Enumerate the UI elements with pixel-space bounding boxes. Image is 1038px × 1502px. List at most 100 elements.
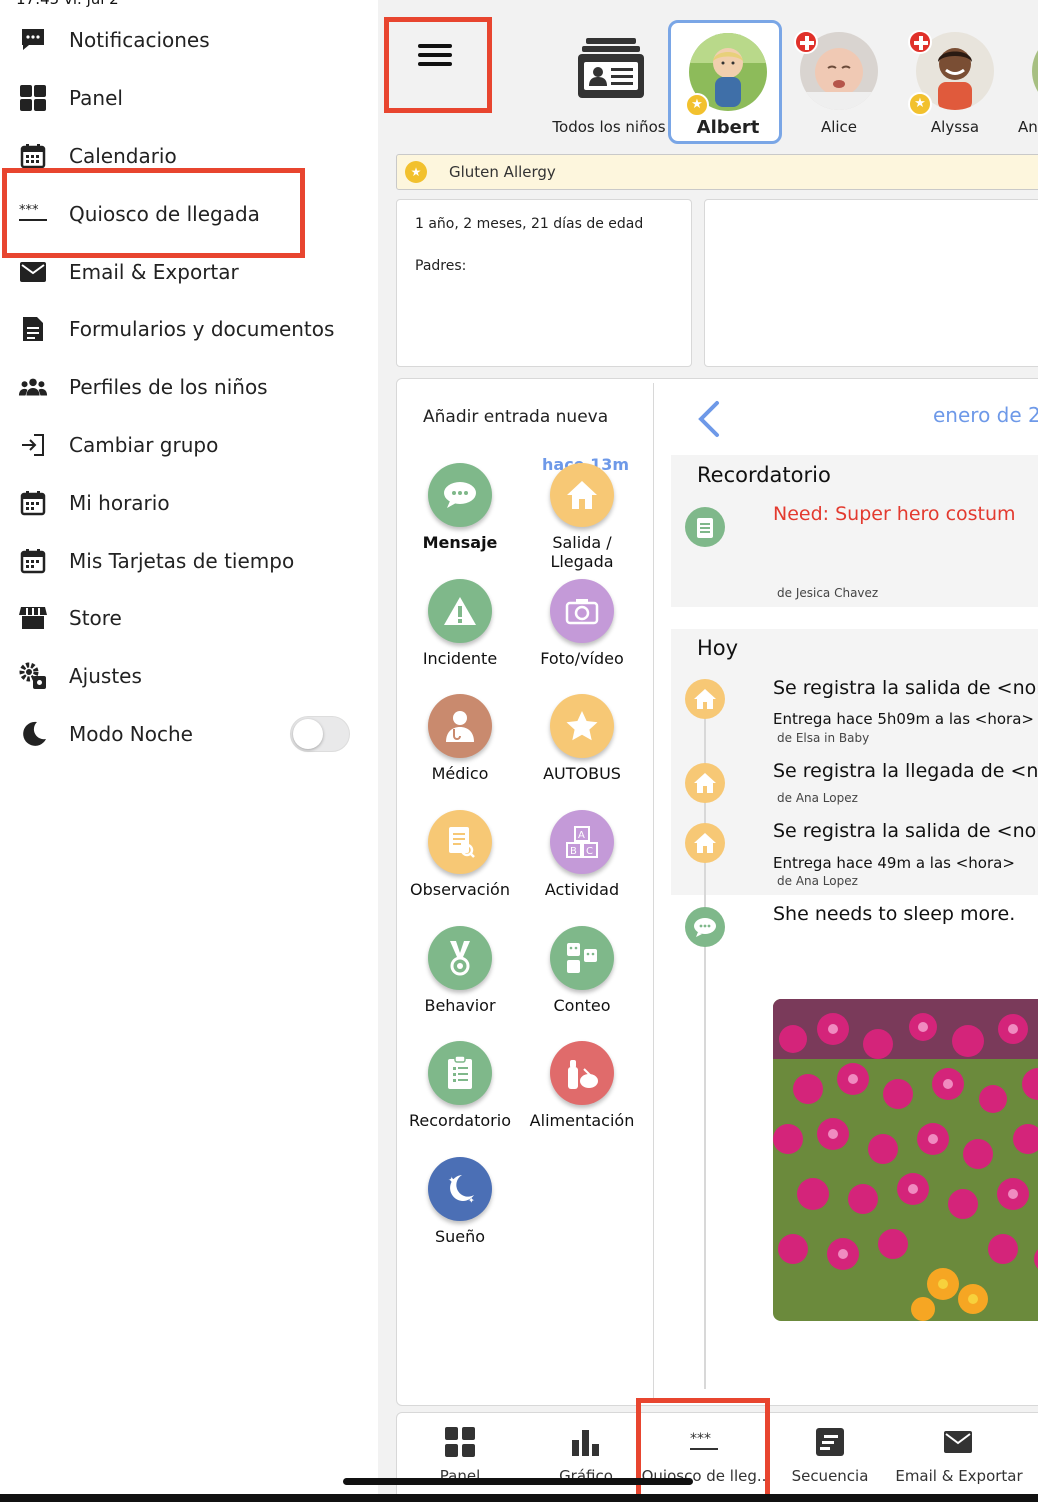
child-all[interactable]: Todos los niños [552, 22, 666, 146]
timeline-entry-author: de Elsa in Baby [777, 731, 870, 745]
toggle-knob [293, 719, 323, 749]
sidebar-item-label: Formularios y documentos [69, 317, 335, 341]
calendar-icon [18, 546, 48, 576]
medal-icon [428, 926, 492, 990]
child-avatar [1032, 32, 1038, 110]
bar-chart-icon [569, 1425, 603, 1459]
home-indicator [343, 1478, 693, 1485]
entry-incidente-button[interactable]: Incidente [400, 579, 520, 691]
timeline-entry-title[interactable]: Se registra la salida de <nom [773, 820, 1038, 842]
document-icon [18, 314, 48, 344]
sidebar-item-label: Quiosco de llegada [69, 202, 260, 226]
child-notes-card [704, 199, 1038, 367]
entry-conteo-button[interactable]: Conteo [522, 926, 642, 1038]
entry-medico-button[interactable]: Médico [400, 694, 520, 806]
svg-text:B: B [570, 846, 577, 857]
sidebar-item-label: Panel [69, 86, 123, 110]
reminder-text[interactable]: Need: Super hero costum [773, 503, 1016, 525]
store-icon [18, 603, 48, 633]
tab-panel[interactable]: Panel [397, 1413, 523, 1502]
warning-icon [428, 579, 492, 643]
entry-mensaje-button[interactable]: Mensaje [400, 463, 520, 575]
timeline-photo[interactable] [773, 999, 1038, 1321]
menu-line [418, 44, 452, 48]
sidebar-item-ajustes[interactable]: Ajustes [0, 647, 378, 705]
svg-text:***: *** [19, 204, 39, 218]
switch-group-icon [18, 430, 48, 460]
status-bar-time: 17:45 vi. jul 2 [16, 0, 119, 8]
entry-label: Alimentación [529, 1111, 635, 1130]
sequence-icon [813, 1425, 847, 1459]
message-icon [428, 463, 492, 527]
envelope-icon [941, 1425, 975, 1459]
child-partial[interactable]: An [1014, 22, 1038, 146]
sidebar-item-label: Mis Tarjetas de tiempo [69, 549, 295, 573]
settings-icon [18, 661, 48, 691]
parents-label: Padres: [415, 258, 467, 274]
sidebar-item-tarjetas-de-tiempo[interactable]: Mis Tarjetas de tiempo [0, 532, 378, 590]
svg-text:A: A [578, 830, 585, 841]
sidebar-item-email-exportar[interactable]: Email & Exportar [0, 243, 378, 301]
grid-icon [18, 83, 48, 113]
house-icon [685, 763, 725, 803]
sidebar-item-cambiar-grupo[interactable]: Cambiar grupo [0, 416, 378, 474]
sidebar-item-panel[interactable]: Panel [0, 69, 378, 127]
entry-alimentacion-button[interactable]: Alimentación [522, 1041, 642, 1153]
back-chevron-button[interactable] [693, 399, 723, 439]
entry-label: AUTOBUS [543, 764, 621, 783]
house-icon [685, 823, 725, 863]
tab-email-exportar[interactable]: Email & Exportar [893, 1413, 1025, 1502]
blocks-icon: ABC [550, 810, 614, 874]
svg-text:***: *** [690, 1431, 711, 1447]
tab-quiosco[interactable]: *** Quiosco de lleg.. [641, 1413, 767, 1502]
house-icon [550, 463, 614, 527]
timeline-entry-title[interactable]: Se registra la llegada de <no [773, 760, 1038, 782]
sidebar-menu: 17:45 vi. jul 2 Notificaciones Panel Cal… [0, 0, 378, 1502]
tab-label: Email & Exportar [895, 1467, 1023, 1485]
kiosk-dots-icon: *** [687, 1425, 721, 1459]
sidebar-item-mi-horario[interactable]: Mi horario [0, 474, 378, 532]
sidebar-item-modo-noche: Modo Noche [0, 705, 378, 763]
entry-recordatorio-button[interactable]: Recordatorio [400, 1041, 520, 1153]
child-alice[interactable]: Alice [782, 22, 896, 146]
entry-sueno-button[interactable]: ✦ ✦ Sueño [400, 1157, 520, 1269]
timeline-entry-title[interactable]: Se registra la salida de <nom [773, 677, 1038, 699]
calendar-icon [18, 141, 48, 171]
sidebar-item-label: Calendario [69, 144, 177, 168]
entry-foto-video-button[interactable]: Foto/vídeo [522, 579, 642, 691]
sidebar-item-store[interactable]: Store [0, 589, 378, 647]
tab-secuencia[interactable]: Secuencia [767, 1413, 893, 1502]
entry-actividad-button[interactable]: ABC Actividad [522, 810, 642, 922]
timeline-entry-title[interactable]: She needs to sleep more. [773, 903, 1015, 925]
night-mode-toggle[interactable] [290, 716, 350, 752]
svg-text:✦: ✦ [448, 1176, 456, 1186]
svg-text:✦: ✦ [468, 1196, 475, 1205]
svg-text:C: C [586, 846, 593, 857]
timeline-entry-author: de Ana Lopez [777, 791, 858, 805]
timeline-month[interactable]: enero de 20 [933, 403, 1038, 427]
activity-panel: Añadir entrada nueva hace 13m Mensaje Sa… [396, 378, 1038, 1406]
house-icon [685, 679, 725, 719]
tab-label: Secuencia [791, 1467, 869, 1485]
entry-autobus-button[interactable]: AUTOBUS [522, 694, 642, 806]
entry-behavior-button[interactable]: Behavior [400, 926, 520, 1038]
sidebar-item-formularios[interactable]: Formularios y documentos [0, 300, 378, 358]
entry-salida-llegada-button[interactable]: Salida / Llegada [522, 463, 642, 575]
moon-stars-icon: ✦ ✦ [428, 1157, 492, 1221]
star-badge-icon: ★ [685, 93, 709, 117]
sidebar-item-calendario[interactable]: Calendario [0, 127, 378, 185]
tab-grafico[interactable]: Gráfico [523, 1413, 649, 1502]
child-albert[interactable]: ★ Albert [668, 20, 782, 144]
sidebar-item-perfiles[interactable]: Perfiles de los niños [0, 358, 378, 416]
sidebar-item-quiosco-de-llegada[interactable]: *** Quiosco de llegada [0, 185, 378, 243]
entry-label: Recordatorio [409, 1111, 511, 1130]
observation-icon [428, 810, 492, 874]
entry-label: Salida / Llegada [550, 533, 614, 571]
moon-icon [18, 719, 48, 749]
hamburger-menu-button[interactable] [418, 44, 452, 70]
entry-observacion-button[interactable]: Observación [400, 810, 520, 922]
sidebar-item-notificaciones[interactable]: Notificaciones [0, 11, 378, 69]
child-age: 1 año, 2 meses, 21 días de edad [415, 216, 644, 232]
child-alyssa[interactable]: ★ Alyssa [898, 22, 1012, 146]
timeline-entry-subtitle: Entrega hace 49m a las <hora> [773, 854, 1015, 872]
